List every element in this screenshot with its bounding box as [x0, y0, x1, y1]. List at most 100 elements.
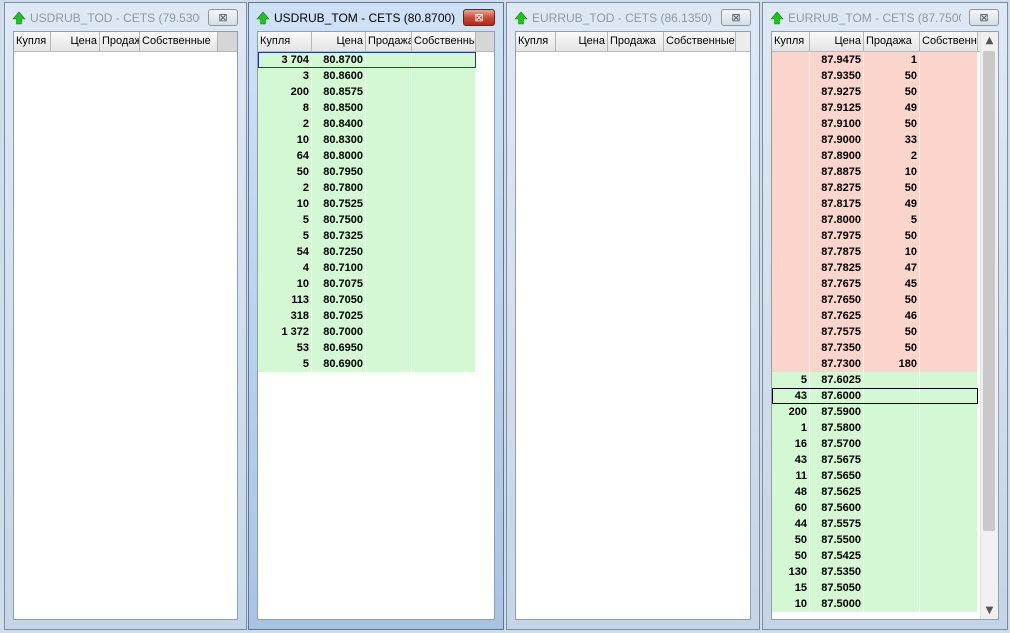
- table-row[interactable]: 53 80.6950: [258, 340, 476, 356]
- table-row[interactable]: 10 87.5000: [772, 596, 978, 612]
- table-row[interactable]: 4 80.7100: [258, 260, 476, 276]
- cell-own: [920, 500, 978, 516]
- table-row[interactable]: 10 80.7525: [258, 196, 476, 212]
- order-book-table[interactable]: Купля Цена Продажа Собственные: [13, 31, 238, 620]
- column-header-price[interactable]: Цена: [51, 32, 100, 51]
- table-row[interactable]: 5 87.6025: [772, 372, 978, 388]
- column-header-price[interactable]: Цена: [556, 32, 608, 51]
- cell-own: [920, 388, 978, 404]
- table-row[interactable]: 16 87.5700: [772, 436, 978, 452]
- window-eurrub-tom[interactable]: EURRUB_TOM - CETS (87.7500)... ⊠ Купля Ц…: [762, 2, 1008, 630]
- table-row[interactable]: 87.7350 50: [772, 340, 978, 356]
- title-bar[interactable]: USDRUB_TOD - CETS (79.5300... ⊠: [5, 3, 246, 31]
- vertical-scrollbar[interactable]: ▲ ▼: [980, 32, 998, 619]
- table-row[interactable]: 87.7650 50: [772, 292, 978, 308]
- table-row[interactable]: 87.9350 50: [772, 68, 978, 84]
- scroll-up-arrow-icon[interactable]: ▲: [981, 32, 998, 49]
- scrollbar-thumb[interactable]: [983, 51, 995, 531]
- table-row[interactable]: 43 87.5675: [772, 452, 978, 468]
- column-header-buy[interactable]: Купля: [14, 32, 51, 51]
- table-row[interactable]: 113 80.7050: [258, 292, 476, 308]
- cell-own: [920, 100, 978, 116]
- column-header-own[interactable]: Собственные: [664, 32, 736, 51]
- cell-buy: 113: [258, 292, 312, 308]
- column-header-buy[interactable]: Купля: [772, 32, 810, 51]
- table-row[interactable]: 87.8275 50: [772, 180, 978, 196]
- table-row[interactable]: 10 80.8300: [258, 132, 476, 148]
- cell-own: [920, 228, 978, 244]
- table-row[interactable]: 5 80.6900: [258, 356, 476, 372]
- table-row[interactable]: 8 80.8500: [258, 100, 476, 116]
- table-row[interactable]: 5 80.7325: [258, 228, 476, 244]
- table-row[interactable]: 87.9275 50: [772, 84, 978, 100]
- column-header-own[interactable]: Собственные: [920, 32, 978, 51]
- column-header-sell[interactable]: Продажа: [366, 32, 412, 51]
- table-row[interactable]: 87.7300 180: [772, 356, 978, 372]
- table-row[interactable]: 87.8875 10: [772, 164, 978, 180]
- cell-sell: [366, 180, 412, 196]
- title-bar[interactable]: EURRUB_TOD - CETS (86.1350)... ⊠: [507, 3, 759, 31]
- table-row[interactable]: 48 87.5625: [772, 484, 978, 500]
- scroll-down-arrow-icon[interactable]: ▼: [981, 602, 998, 619]
- table-row[interactable]: 87.7625 46: [772, 308, 978, 324]
- table-row[interactable]: 87.9475 1: [772, 52, 978, 68]
- table-row[interactable]: 50 87.5500: [772, 532, 978, 548]
- table-row[interactable]: 87.7675 45: [772, 276, 978, 292]
- table-row[interactable]: 87.7575 50: [772, 324, 978, 340]
- table-row[interactable]: 5 80.7500: [258, 212, 476, 228]
- table-row[interactable]: 87.9125 49: [772, 100, 978, 116]
- table-row[interactable]: 87.7975 50: [772, 228, 978, 244]
- title-bar[interactable]: EURRUB_TOM - CETS (87.7500)... ⊠: [763, 3, 1007, 31]
- column-header-sell[interactable]: Продажа: [100, 32, 140, 51]
- column-header-own[interactable]: Собственные: [140, 32, 218, 51]
- table-row[interactable]: 87.8900 2: [772, 148, 978, 164]
- table-row[interactable]: 3 704 80.8700: [258, 52, 476, 68]
- close-button[interactable]: ⊠: [721, 9, 751, 26]
- cell-buy: 60: [772, 500, 810, 516]
- order-book-table[interactable]: Купля Цена Продажа Собственные: [515, 31, 751, 620]
- table-row[interactable]: 50 87.5425: [772, 548, 978, 564]
- table-row[interactable]: 54 80.7250: [258, 244, 476, 260]
- table-row[interactable]: 200 80.8575: [258, 84, 476, 100]
- column-header-buy[interactable]: Купля: [258, 32, 312, 51]
- cell-sell: 50: [864, 340, 920, 356]
- close-button[interactable]: ⊠: [463, 9, 495, 26]
- close-button[interactable]: ⊠: [208, 9, 238, 26]
- column-header-sell[interactable]: Продажа: [608, 32, 664, 51]
- title-bar[interactable]: USDRUB_TOM - CETS (80.8700) - ... ⊠: [249, 3, 503, 31]
- table-row[interactable]: 10 80.7075: [258, 276, 476, 292]
- table-row[interactable]: 2 80.8400: [258, 116, 476, 132]
- table-row[interactable]: 87.9000 33: [772, 132, 978, 148]
- column-header-price[interactable]: Цена: [810, 32, 864, 51]
- column-header-sell[interactable]: Продажа: [864, 32, 920, 51]
- column-header-price[interactable]: Цена: [312, 32, 366, 51]
- order-book-table[interactable]: Купля Цена Продажа Собственные 3 704 80.8…: [257, 31, 495, 620]
- table-row[interactable]: 200 87.5900: [772, 404, 978, 420]
- table-row[interactable]: 43 87.6000: [772, 388, 978, 404]
- table-row[interactable]: 64 80.8000: [258, 148, 476, 164]
- table-row[interactable]: 11 87.5650: [772, 468, 978, 484]
- table-row[interactable]: 318 80.7025: [258, 308, 476, 324]
- table-row[interactable]: 87.8175 49: [772, 196, 978, 212]
- table-row[interactable]: 87.7875 10: [772, 244, 978, 260]
- table-row[interactable]: 87.8000 5: [772, 212, 978, 228]
- window-eurrub-tod[interactable]: EURRUB_TOD - CETS (86.1350)... ⊠ Купля Ц…: [506, 2, 760, 630]
- table-row[interactable]: 1 372 80.7000: [258, 324, 476, 340]
- column-header-own[interactable]: Собственные: [412, 32, 476, 51]
- table-row[interactable]: 15 87.5050: [772, 580, 978, 596]
- table-row[interactable]: 130 87.5350: [772, 564, 978, 580]
- window-usdrub-tom[interactable]: USDRUB_TOM - CETS (80.8700) - ... ⊠ Купл…: [248, 2, 504, 630]
- table-row[interactable]: 44 87.5575: [772, 516, 978, 532]
- table-row[interactable]: 3 80.8600: [258, 68, 476, 84]
- order-book-table[interactable]: Купля Цена Продажа Собственные 87.947518…: [771, 31, 999, 620]
- table-row[interactable]: 87.9100 50: [772, 116, 978, 132]
- table-row[interactable]: 2 80.7800: [258, 180, 476, 196]
- table-row[interactable]: 87.7825 47: [772, 260, 978, 276]
- table-row[interactable]: 50 80.7950: [258, 164, 476, 180]
- window-usdrub-tod[interactable]: USDRUB_TOD - CETS (79.5300... ⊠ Купля Це…: [4, 2, 247, 630]
- close-button[interactable]: ⊠: [969, 9, 999, 26]
- cell-own: [920, 260, 978, 276]
- table-row[interactable]: 1 87.5800: [772, 420, 978, 436]
- table-row[interactable]: 60 87.5600: [772, 500, 978, 516]
- column-header-buy[interactable]: Купля: [516, 32, 556, 51]
